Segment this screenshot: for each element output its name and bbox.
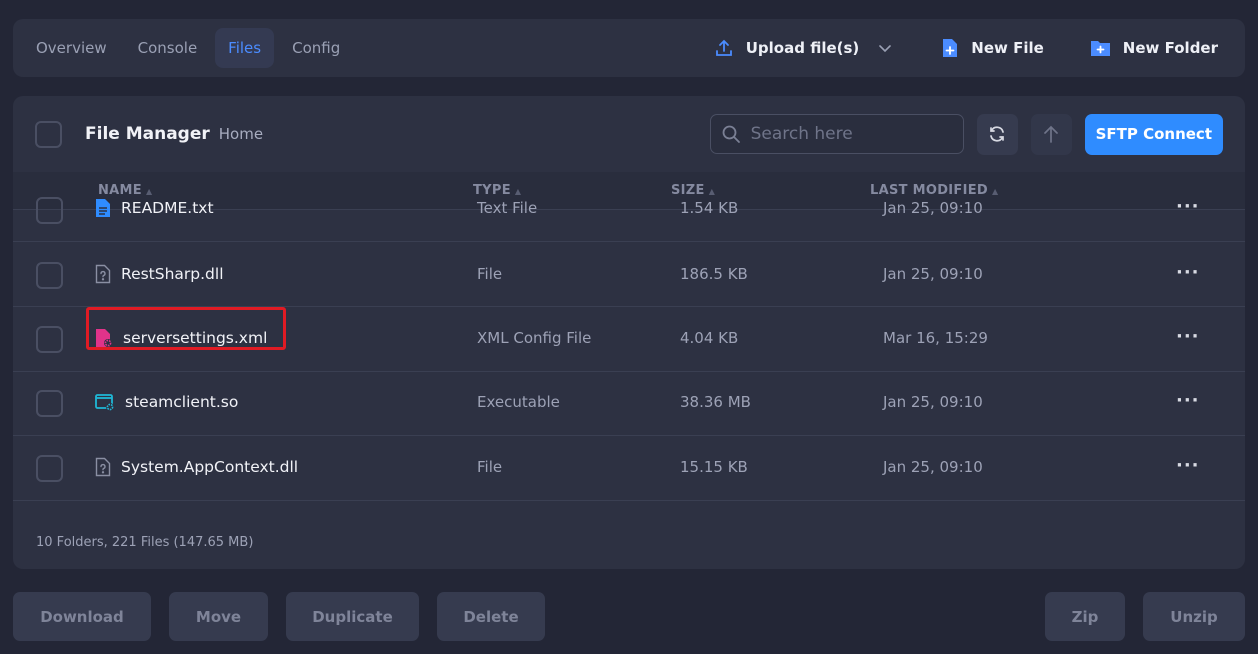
text-file-icon [96, 199, 110, 217]
table-row[interactable]: System.AppContext.dll File 15.15 KB Jan … [13, 437, 1245, 501]
file-type: XML Config File [477, 329, 592, 347]
download-button[interactable]: Download [13, 592, 151, 641]
file-name-cell[interactable]: System.AppContext.dll [95, 457, 298, 477]
zip-button[interactable]: Zip [1045, 592, 1125, 641]
file-manager-panel: File Manager Home SFTP Connect NAME▲ TYP… [13, 96, 1245, 569]
sftp-connect-button[interactable]: SFTP Connect [1084, 113, 1223, 155]
unzip-button[interactable]: Unzip [1143, 592, 1245, 641]
file-manager-header: File Manager Home SFTP Connect [13, 96, 1245, 172]
upload-icon [715, 39, 732, 56]
top-nav-bar: Overview Console Files Config Upload fil… [13, 19, 1245, 77]
file-modified: Jan 25, 09:10 [883, 458, 983, 476]
file-name-cell[interactable]: README.txt [95, 198, 214, 218]
arrow-up-icon [1044, 125, 1058, 143]
chevron-down-icon[interactable] [877, 40, 893, 56]
search-icon [722, 125, 740, 143]
row-checkbox[interactable] [36, 455, 63, 482]
config-file-icon [96, 329, 112, 347]
file-modified: Mar 16, 15:29 [883, 329, 988, 347]
file-type: File [477, 458, 503, 476]
row-checkbox[interactable] [36, 326, 63, 353]
breadcrumb[interactable]: Home [219, 125, 263, 143]
file-summary: 10 Folders, 221 Files (147.65 MB) [36, 535, 254, 550]
search-input[interactable] [750, 124, 951, 144]
file-type: File [477, 265, 503, 283]
row-checkbox[interactable] [36, 390, 63, 417]
page-title: File Manager [85, 124, 210, 144]
new-file-label: New File [971, 39, 1044, 57]
table-row[interactable]: RestSharp.dll File 186.5 KB Jan 25, 09:1… [13, 243, 1245, 307]
row-menu-icon[interactable]: ··· [1176, 455, 1200, 476]
row-checkbox[interactable] [36, 262, 63, 289]
new-folder-icon [1090, 41, 1110, 56]
table-row[interactable]: steamclient.so Executable 38.36 MB Jan 2… [13, 372, 1245, 436]
file-modified: Jan 25, 09:10 [883, 393, 983, 411]
tab-config[interactable]: Config [279, 28, 353, 68]
row-menu-icon[interactable]: ··· [1176, 196, 1200, 217]
unknown-file-icon [95, 264, 111, 284]
duplicate-button[interactable]: Duplicate [286, 592, 419, 641]
unknown-file-icon [95, 457, 111, 477]
row-checkbox[interactable] [36, 197, 63, 224]
delete-button[interactable]: Delete [437, 592, 545, 641]
refresh-button[interactable] [976, 113, 1018, 155]
tab-overview[interactable]: Overview [23, 28, 120, 68]
select-all-checkbox[interactable] [35, 120, 62, 148]
file-modified: Jan 25, 09:10 [883, 199, 983, 217]
file-modified: Jan 25, 09:10 [883, 265, 983, 283]
new-file-icon [943, 39, 958, 57]
file-name-cell[interactable]: serversettings.xml [86, 307, 286, 350]
file-size: 38.36 MB [680, 393, 751, 411]
new-folder-label: New Folder [1122, 39, 1218, 57]
parent-directory-button[interactable] [1030, 113, 1072, 155]
file-name-cell[interactable]: steamclient.so [95, 392, 238, 412]
file-size: 15.15 KB [680, 458, 748, 476]
file-size: 1.54 KB [680, 199, 739, 217]
upload-files-button[interactable]: Upload file(s) [714, 38, 906, 58]
executable-icon [95, 394, 114, 411]
tab-files[interactable]: Files [215, 28, 275, 68]
file-type: Text File [477, 199, 538, 217]
file-name-cell[interactable]: RestSharp.dll [95, 264, 224, 284]
tab-console[interactable]: Console [125, 28, 211, 68]
row-menu-icon[interactable]: ··· [1176, 390, 1200, 411]
upload-label: Upload file(s) [745, 39, 860, 57]
table-row[interactable]: serversettings.xml XML Config File 4.04 … [13, 307, 1245, 372]
new-folder-button[interactable]: New Folder [1090, 39, 1218, 57]
file-size: 186.5 KB [680, 265, 748, 283]
refresh-icon [990, 126, 1004, 142]
file-type: Executable [477, 393, 560, 411]
new-file-button[interactable]: New File [941, 38, 1044, 58]
table-row[interactable]: README.txt Text File 1.54 KB Jan 25, 09:… [13, 178, 1245, 242]
row-menu-icon[interactable]: ··· [1176, 326, 1200, 347]
move-button[interactable]: Move [169, 592, 268, 641]
row-menu-icon[interactable]: ··· [1176, 262, 1200, 283]
search-box [709, 114, 964, 154]
file-size: 4.04 KB [680, 329, 739, 347]
